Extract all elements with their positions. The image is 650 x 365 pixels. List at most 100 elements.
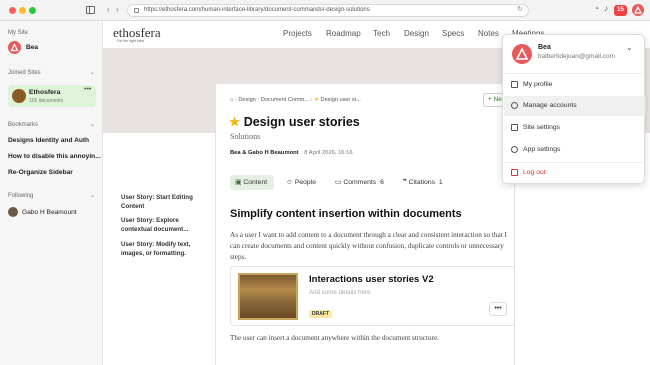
site-avatar [12,89,26,103]
following-heading: Following [8,193,34,199]
site-docs-count: 101 documents [29,98,64,104]
dropdown-user-email: balbertidejuan@gmail.com [538,53,616,60]
page-subtitle: Solutions [230,132,261,141]
url-text: https://ethosfera.com/human-interface-li… [144,7,370,13]
menu-label: App settings [523,146,561,153]
url-bar[interactable]: https://ethosfera.com/human-interface-li… [127,4,529,17]
my-site-avatar[interactable] [8,41,21,54]
breadcrumb-commands[interactable]: Document Comm... [261,97,309,103]
menu-label: Site settings [523,124,561,131]
toc-item[interactable]: User Story: Modify text, images, or form… [121,240,201,258]
embed-subtitle[interactable]: Add some details here [309,289,371,296]
joined-site-ethosfera[interactable]: Ethosfera 101 documents ••• [8,85,96,107]
nav-projects[interactable]: Projects [283,29,312,38]
draft-badge: DRAFT [309,310,332,318]
bookmark-item[interactable]: Designs Identity and Auth [8,137,89,144]
tab-count: 1 [438,179,443,186]
lock-icon [134,8,139,13]
section-title: Simplify content insertion within docume… [230,208,462,220]
joined-sites-heading: Joined Sites [8,70,41,76]
divider [504,73,645,74]
nav-design[interactable]: Design [404,29,429,38]
refresh-icon[interactable]: ↻ [517,5,523,13]
menu-my-profile[interactable]: My profile [504,75,645,95]
doc-authors: Bea & Gabo H Beaumont 8 April 2026, 16:1… [230,150,353,156]
breadcrumb-current[interactable]: Design user st... [321,97,361,103]
page-title: ★ Design user stories [229,114,360,129]
chevron-down-icon[interactable]: ⌄ [90,192,95,199]
toc-item[interactable]: User Story: Explore contextual document.… [121,216,201,234]
comment-icon: ▭ [335,179,342,186]
nav-tech[interactable]: Tech [373,29,390,38]
home-icon[interactable]: ⌂ [230,97,233,103]
bookmark-item[interactable]: How to disable this annoyin... [8,153,101,160]
nav-notes[interactable]: Notes [478,29,499,38]
page-title-text: Design user stories [243,115,360,129]
tab-label: Content [243,179,268,186]
star-icon: ★ [229,115,241,129]
toc-item[interactable]: User Story: Start Editing Content [121,193,201,211]
notification-badge[interactable]: 15 [614,5,627,16]
key-icon [511,102,518,109]
dropdown-avatar [512,44,532,64]
star-icon: ★ [313,97,319,103]
menu-label: Manage accounts [523,102,577,109]
gear-icon [511,146,518,153]
bookmark-item[interactable]: Re-Organize Sidebar [8,169,73,176]
profile-icon [511,81,518,88]
browser-toolbar: ‹ › https://ethosfera.com/human-interfac… [0,0,650,21]
authors-text[interactable]: Bea & Gabo H Beaumont [230,150,299,156]
content-icon: ▣ [235,179,242,186]
rss-icon[interactable]: ◔ [594,4,599,13]
ethosfera-logo-icon [515,47,529,60]
forward-icon[interactable]: › [116,5,119,15]
user-avatar[interactable] [632,4,644,16]
menu-label: My profile [523,81,553,88]
close-window-button[interactable] [9,7,16,14]
more-icon[interactable]: ••• [84,86,91,93]
minimize-window-button[interactable] [19,7,26,14]
more-options-button[interactable]: ••• [489,302,507,316]
menu-log-out[interactable]: Log out [504,163,645,183]
tab-citations[interactable]: ❞ Citations 1 [403,175,443,190]
bookmarks-heading: Bookmarks [8,122,39,128]
people-icon: ☺ [286,179,293,186]
embed-title: Interactions user stories V2 [309,274,434,285]
ethosfera-logo-icon [10,43,19,52]
embedded-document-card[interactable]: Interactions user stories V2 Add some de… [230,266,515,326]
tab-content[interactable]: ▣ Content [230,175,274,190]
ethosfera-logo-icon [634,5,642,14]
site-tagline: For the right think [117,39,145,43]
tab-people[interactable]: ☺ People [286,175,316,190]
sidebar-toggle-icon[interactable] [86,6,95,14]
document-thumbnail [238,273,298,320]
breadcrumb-design[interactable]: Design [238,97,255,103]
paragraph: The user can insert a document anywhere … [230,334,439,342]
maximize-window-button[interactable] [29,7,36,14]
site-icon [511,124,518,131]
bell-icon[interactable]: ♪ [604,4,608,13]
nav-specs[interactable]: Specs [442,29,464,38]
my-site-heading: My Site [8,30,29,36]
back-icon[interactable]: ‹ [107,5,110,15]
breadcrumb: ⌂ › Design › Document Comm... › ★ Design… [230,97,361,103]
nav-roadmap[interactable]: Roadmap [326,29,361,38]
menu-label: Log out [523,169,546,176]
chevron-down-icon[interactable]: ⌄ [90,69,95,76]
menu-manage-accounts[interactable]: Manage accounts [504,96,645,116]
menu-app-settings[interactable]: App settings [504,140,645,160]
chevron-down-icon[interactable]: ⌄ [626,43,633,52]
sidebar: My Site Bea Joined Sites ⌄ Ethosfera 101… [0,21,103,365]
avatar [8,207,18,217]
tab-comments[interactable]: ▭ Comments 6 [335,175,384,190]
doc-date: 8 April 2026, 16:16 [304,150,353,156]
account-dropdown: Bea balbertidejuan@gmail.com ⌄ My profil… [502,34,645,184]
menu-site-settings[interactable]: Site settings [504,118,645,138]
citation-icon: ❞ [403,179,407,186]
logout-icon [511,169,518,176]
following-user[interactable]: Gabo H Beamount [22,209,77,216]
chevron-down-icon[interactable]: ⌄ [90,121,95,128]
dropdown-user-name: Bea [538,44,551,51]
my-site-user[interactable]: Bea [26,44,38,51]
site-name: Ethosfera [29,89,61,96]
